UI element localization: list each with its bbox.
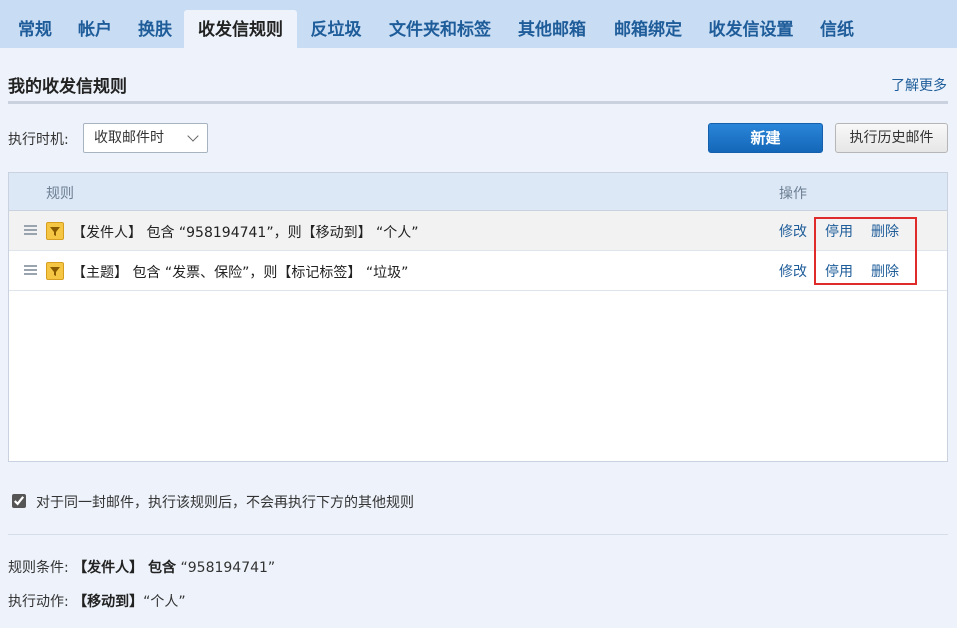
action-value: “个人” [143, 594, 186, 610]
table-row[interactable]: 【发件人】 包含 “958194741”，则【移动到】 “个人” 修改 停用 删… [9, 211, 947, 251]
rule-condition-detail: 规则条件: 【发件人】 包含 “958194741” [8, 557, 275, 577]
timing-label: 执行时机: [8, 132, 69, 148]
delete-rule-link[interactable]: 删除 [871, 221, 899, 241]
column-header-ops: 操作 [779, 186, 807, 202]
page-title: 我的收发信规则 [8, 77, 127, 97]
learn-more-link[interactable]: 了解更多 [891, 75, 947, 95]
drag-handle-icon[interactable] [24, 225, 37, 235]
stop-processing-label: 对于同一封邮件，执行该规则后，不会再执行下方的其他规则 [36, 495, 414, 511]
settings-tab-bar: 常规 帐户 换肤 收发信规则 反垃圾 文件夹和标签 其他邮箱 邮箱绑定 收发信设… [0, 0, 957, 48]
tab-stationery[interactable]: 信纸 [810, 10, 864, 48]
tab-other-mailboxes[interactable]: 其他邮箱 [508, 10, 596, 48]
filter-icon [46, 262, 64, 280]
delete-rule-link[interactable]: 删除 [871, 261, 899, 281]
timing-select[interactable]: 收取邮件时 [83, 123, 208, 153]
tab-folders-labels[interactable]: 文件夹和标签 [378, 10, 502, 48]
edit-rule-link[interactable]: 修改 [779, 261, 807, 281]
column-header-rule: 规则 [46, 186, 74, 202]
stop-processing-checkbox[interactable] [12, 494, 26, 508]
tab-general[interactable]: 常规 [8, 10, 62, 48]
filter-icon [46, 222, 64, 240]
drag-handle-icon[interactable] [24, 265, 37, 275]
rule-description: 【发件人】 包含 “958194741”，则【移动到】 “个人” [72, 225, 419, 241]
title-divider [8, 101, 948, 104]
disable-rule-link[interactable]: 停用 [825, 221, 853, 241]
table-header: 规则 操作 [9, 173, 947, 211]
new-rule-button[interactable]: 新建 [708, 123, 823, 153]
disable-rule-link[interactable]: 停用 [825, 261, 853, 281]
action-field: 【移动到】 [73, 594, 144, 610]
section-divider [8, 534, 948, 535]
condition-field: 【发件人】 包含 [73, 560, 177, 576]
condition-label: 规则条件: [8, 560, 69, 576]
condition-value: “958194741” [180, 560, 276, 576]
timing-select-value: 收取邮件时 [94, 130, 164, 146]
tab-mailbox-binding[interactable]: 邮箱绑定 [604, 10, 692, 48]
table-row[interactable]: 【主题】 包含 “发票、保险”，则【标记标签】 “垃圾” 修改 停用 删除 [9, 251, 947, 291]
rule-description: 【主题】 包含 “发票、保险”，则【标记标签】 “垃圾” [72, 265, 409, 281]
tab-account[interactable]: 帐户 [68, 10, 122, 48]
rules-table: 规则 操作 【发件人】 包含 “958194741”，则【移动到】 “个人” 修… [8, 172, 948, 462]
action-label: 执行动作: [8, 594, 69, 610]
rule-action-detail: 执行动作: 【移动到】“个人” [8, 591, 186, 611]
run-history-button[interactable]: 执行历史邮件 [835, 123, 948, 153]
tab-anti-spam[interactable]: 反垃圾 [300, 10, 372, 48]
chevron-down-icon [187, 130, 199, 142]
tab-send-receive-settings[interactable]: 收发信设置 [698, 10, 804, 48]
tab-skin[interactable]: 换肤 [128, 10, 182, 48]
edit-rule-link[interactable]: 修改 [779, 221, 807, 241]
tab-mail-rules[interactable]: 收发信规则 [184, 10, 297, 48]
